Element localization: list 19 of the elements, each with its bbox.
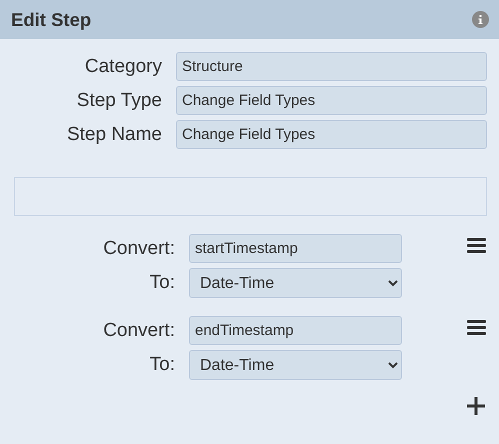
type-dropdown[interactable]: Date-Time	[189, 350, 402, 380]
text-field[interactable]: Change Field Types	[176, 86, 487, 115]
add-icon[interactable]	[466, 396, 486, 416]
field-label: Convert:	[102, 320, 175, 342]
field-label: Category	[84, 56, 162, 78]
info-icon[interactable]	[472, 11, 489, 28]
field-label: Convert:	[102, 238, 175, 260]
type-dropdown[interactable]: Date-Time	[189, 268, 402, 298]
menu-icon[interactable]	[467, 237, 486, 254]
field-label: To:	[148, 354, 175, 376]
panel-title: Edit Step	[11, 8, 92, 30]
field-label: To:	[148, 272, 175, 294]
text-field[interactable]: Change Field Types	[176, 120, 487, 149]
text-field[interactable]: endTimestamp	[189, 316, 402, 345]
menu-icon[interactable]	[467, 319, 486, 336]
text-field[interactable]: startTimestamp	[189, 234, 402, 263]
field-label: Step Name	[66, 124, 162, 146]
field-label: Step Type	[76, 90, 162, 112]
text-field[interactable]: Structure	[176, 52, 487, 81]
